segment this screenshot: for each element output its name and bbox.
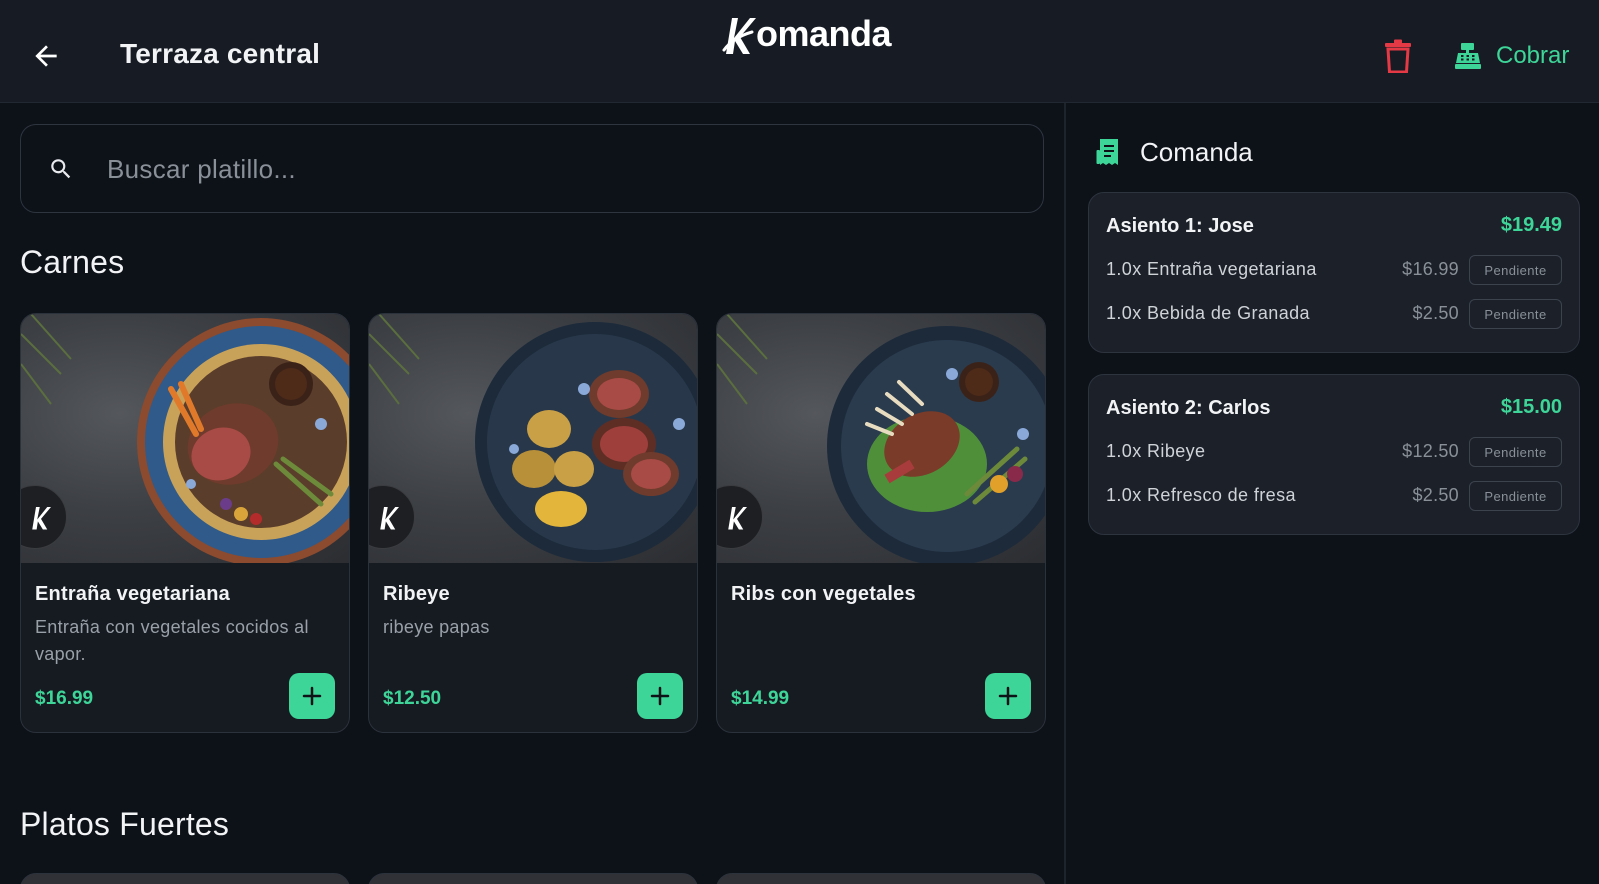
seat-card[interactable]: Asiento 2: Carlos $15.00 1.0x Ribeye $12… <box>1088 374 1580 535</box>
komanda-k-icon <box>722 18 756 54</box>
status-badge: Pendiente <box>1469 255 1562 285</box>
back-button[interactable] <box>24 36 68 76</box>
dish-price: $16.99 <box>35 688 94 709</box>
cobrar-label: Cobrar <box>1496 42 1570 69</box>
cobrar-button[interactable]: Cobrar <box>1454 36 1569 76</box>
panel-divider <box>1064 103 1066 884</box>
dish-card-partial[interactable] <box>716 873 1046 884</box>
search-input[interactable] <box>107 149 1007 189</box>
order-item-price: $16.99 <box>1402 259 1459 279</box>
dish-description: ribeye papas <box>383 617 490 637</box>
seat-name: Asiento 2: Carlos <box>1106 397 1271 419</box>
arrow-left-icon <box>35 45 57 67</box>
dish-image <box>717 314 1045 563</box>
add-dish-button[interactable] <box>289 673 335 719</box>
page-title: Terraza central <box>120 38 321 69</box>
seat-total: $19.49 <box>1500 214 1562 236</box>
app-logo: omanda <box>722 8 892 60</box>
order-item[interactable]: 1.0x Ribeye $12.50 Pendiente <box>1106 437 1562 467</box>
plus-icon <box>302 686 322 706</box>
plus-icon <box>998 686 1018 706</box>
dish-image <box>21 314 349 563</box>
seat-total: $15.00 <box>1500 396 1562 418</box>
order-item-desc: 1.0x Entraña vegetariana <box>1106 259 1317 279</box>
komanda-k-icon <box>728 507 747 530</box>
dish-name: Entraña vegetariana <box>35 583 230 605</box>
dish-image <box>369 314 697 563</box>
seat-card[interactable]: Asiento 1: Jose $19.49 1.0x Entraña vege… <box>1088 192 1580 353</box>
dish-card[interactable]: Entraña vegetariana Entraña con vegetale… <box>20 313 350 733</box>
delete-order-button[interactable] <box>1378 36 1418 76</box>
search-box[interactable] <box>20 124 1044 213</box>
order-item-price: $12.50 <box>1402 441 1459 461</box>
search-icon <box>51 159 71 179</box>
dish-description: Entraña con vegetales cocidos al vapor. <box>35 617 309 664</box>
app-header: Terraza central omanda Cobrar <box>0 0 1599 103</box>
section-title-platos-fuertes: Platos Fuertes <box>20 806 230 842</box>
order-item-desc: 1.0x Ribeye <box>1106 441 1206 461</box>
order-item-desc: 1.0x Refresco de fresa <box>1106 485 1296 505</box>
komanda-k-icon <box>32 507 51 530</box>
add-dish-button[interactable] <box>985 673 1031 719</box>
cash-register-icon <box>1455 43 1481 69</box>
status-badge: Pendiente <box>1469 481 1562 511</box>
order-item-price: $2.50 <box>1412 485 1459 505</box>
dish-card[interactable]: Ribs con vegetales $14.99 <box>716 313 1046 733</box>
plus-icon <box>650 686 670 706</box>
order-item-price: $2.50 <box>1412 303 1459 323</box>
komanda-k-icon <box>380 507 399 530</box>
order-item-desc: 1.0x Bebida de Granada <box>1106 303 1310 323</box>
status-badge: Pendiente <box>1469 437 1562 467</box>
seat-name: Asiento 1: Jose <box>1106 215 1254 237</box>
dish-name: Ribs con vegetales <box>731 583 916 605</box>
order-item[interactable]: 1.0x Bebida de Granada $2.50 Pendiente <box>1106 299 1562 329</box>
section-title-carnes: Carnes <box>20 244 125 280</box>
dish-card[interactable]: Ribeye ribeye papas $12.50 <box>368 313 698 733</box>
dish-card-partial[interactable] <box>20 873 350 884</box>
trash-icon <box>1385 39 1411 73</box>
dish-card-partial[interactable] <box>368 873 698 884</box>
dish-name: Ribeye <box>383 583 450 605</box>
order-item[interactable]: 1.0x Entraña vegetariana $16.99 Pendient… <box>1106 255 1562 285</box>
status-badge: Pendiente <box>1469 299 1562 329</box>
dish-price: $14.99 <box>731 688 790 709</box>
order-panel-title: Comanda <box>1140 136 1253 167</box>
order-panel-header: Comanda <box>1096 132 1253 172</box>
logo-text: omanda <box>756 13 892 54</box>
add-dish-button[interactable] <box>637 673 683 719</box>
receipt-icon <box>1096 139 1118 165</box>
order-item[interactable]: 1.0x Refresco de fresa $2.50 Pendiente <box>1106 481 1562 511</box>
dish-price: $12.50 <box>383 688 442 709</box>
